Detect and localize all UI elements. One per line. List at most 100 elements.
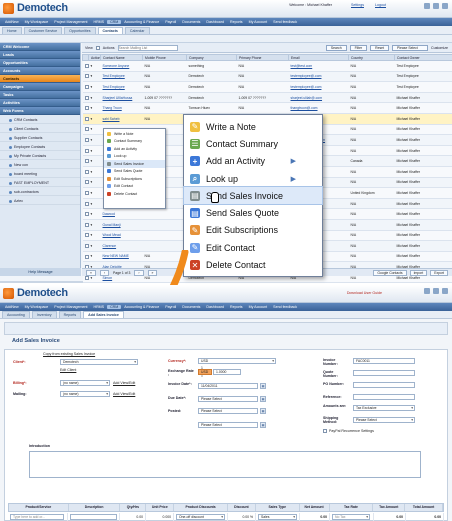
reset-button[interactable]: Reset (370, 44, 390, 51)
invoice-date-input[interactable]: 11/04/2011 (198, 383, 258, 389)
row-checkbox[interactable] (84, 116, 89, 121)
sidebar-item-board-meeting[interactable]: board meeting (0, 169, 80, 178)
cell-text[interactable]: Test Employee (103, 74, 125, 78)
settings-link[interactable]: Settings (351, 3, 364, 7)
menu-item-send-sales-quote[interactable]: Send Sales Quote (104, 168, 165, 176)
cell-text[interactable]: sahi Saheb (103, 117, 120, 121)
shipping-select[interactable]: Please Select (353, 417, 415, 423)
cell-action[interactable]: ▾ (88, 219, 101, 231)
menu-item-delete-contact[interactable]: Delete Contact (104, 190, 165, 198)
row-checkbox[interactable] (84, 180, 89, 185)
sidebar-item-sub-contractors[interactable]: sub-contractors (0, 187, 80, 196)
logout-link[interactable]: Logout (375, 3, 386, 7)
cell-action[interactable]: ▾ (88, 251, 101, 263)
cell-text[interactable]: Wood Mead (103, 233, 121, 237)
tab-inventory[interactable]: Inventory (31, 311, 57, 318)
nav-my-account[interactable]: My Account (246, 20, 271, 24)
calendar-icon[interactable]: ▦ (260, 408, 266, 414)
nav-dashboard[interactable]: Dashboard (203, 305, 227, 309)
sidebar-item-employee-contacts[interactable]: Employee Contacts (0, 142, 80, 151)
table-row[interactable]: ▾ Thang Truon N/A Tomson Hiuex N/A thangtruon… (82, 102, 452, 114)
cell-action[interactable]: ▾ (88, 134, 101, 146)
nav-dashboard[interactable]: Dashboard (203, 20, 227, 24)
edit-client-link[interactable]: Edit Client (60, 368, 76, 372)
billing-select[interactable]: (no name) (60, 380, 110, 386)
sidebar-item-aztec[interactable]: Aztec (0, 196, 80, 205)
discount-type-select[interactable]: One-off discount (176, 514, 225, 520)
cell-contact-name[interactable]: Test Employee (100, 81, 143, 93)
cell-action[interactable]: ▾ (88, 208, 101, 220)
export-button[interactable]: Export (430, 269, 448, 276)
row-action-icon[interactable]: ▾ (91, 127, 93, 131)
client-select[interactable]: Demotech (60, 359, 138, 365)
tab-contacts[interactable]: Contacts (97, 27, 123, 34)
mailing-list-search[interactable] (117, 44, 178, 51)
sidebar-section-leads[interactable]: Leads (0, 51, 80, 59)
invoice-number-input[interactable]: FAC0011 (353, 358, 415, 364)
first-page-button[interactable]: « (86, 269, 96, 276)
posted-input-2[interactable]: Please Select (198, 422, 258, 428)
cell-action[interactable]: ▾ (88, 145, 101, 157)
cell-action[interactable]: ▾ (88, 124, 101, 136)
nav-addnew[interactable]: AddNew (2, 305, 22, 309)
row-checkbox[interactable] (84, 169, 89, 174)
cell-action[interactable]: ▾ (88, 102, 101, 114)
nav-send-feedback[interactable]: Send feedback (270, 305, 300, 309)
cell-action[interactable]: ▾ (88, 113, 101, 125)
sidebar-item-new-con[interactable]: New con (0, 160, 80, 169)
menu-item-add-an-activity[interactable]: Add an Activity (104, 145, 165, 153)
help-icon[interactable] (424, 288, 430, 294)
billing-edit-link[interactable]: Add View/Edit (113, 381, 135, 385)
nav-crm[interactable]: CRM (107, 305, 122, 309)
row-action-icon[interactable]: ▾ (91, 106, 93, 110)
next-page-button[interactable]: › (134, 269, 144, 276)
row-action-icon[interactable]: ▾ (91, 96, 93, 100)
row-action-icon[interactable]: ▾ (91, 191, 93, 195)
sidebar-item-supplier-contacts[interactable]: Supplier Contacts (0, 133, 80, 142)
download-guide-link[interactable]: Download User Guide (347, 291, 382, 295)
customize-link[interactable]: Customize (431, 46, 448, 50)
menu-item-edit-contact[interactable]: ✎ Edit Contact (184, 239, 322, 256)
posted-input-1[interactable]: Please Select (198, 408, 258, 414)
unit-price-value[interactable]: 0.000 (146, 513, 174, 521)
cell-text[interactable]: Sharjeel UlIlaHussa (103, 96, 133, 100)
nav-hrms[interactable]: HRMS (90, 305, 107, 309)
row-checkbox[interactable] (84, 85, 89, 90)
row-action-icon[interactable]: ▾ (91, 212, 93, 216)
cell-email[interactable]: testemployee@.com (288, 71, 349, 83)
cell-action[interactable]: ▾ (88, 81, 101, 93)
tab-home[interactable]: Home (2, 27, 22, 34)
tab-opportunities[interactable]: Opportunities (64, 27, 96, 34)
sidebar-section-web-forms[interactable]: Web Forms (0, 107, 80, 115)
nav-accounting-finance[interactable]: Accounting & Finance (121, 20, 162, 24)
row-checkbox[interactable] (84, 95, 89, 100)
nav-documents[interactable]: Documents (179, 20, 203, 24)
row-action-icon[interactable]: ▾ (91, 74, 93, 78)
currency-select[interactable]: USD (198, 358, 276, 364)
actions-dropdown[interactable]: Actions (103, 46, 115, 50)
sales-type-select[interactable]: Sales (258, 514, 297, 520)
cell-text[interactable]: Gunal Manji (103, 223, 121, 227)
menu-item-contact-summary[interactable]: ☰ Contact Summary (184, 135, 322, 152)
menu-item-send-sales-invoice[interactable]: ▤ Send Sales Invoice (183, 186, 323, 206)
search-button[interactable]: Search (325, 44, 347, 51)
calendar-icon[interactable]: ▦ (260, 422, 266, 428)
quote-number-input[interactable] (353, 370, 415, 376)
nav-documents[interactable]: Documents (179, 305, 203, 309)
row-action-icon[interactable]: ▾ (91, 244, 93, 248)
cell-text[interactable]: Dawood (103, 212, 115, 216)
view-select[interactable]: Please Select (392, 44, 429, 51)
cell-email[interactable]: thangtruon@.com (288, 102, 349, 114)
help-icon[interactable] (424, 3, 430, 9)
row-checkbox[interactable] (84, 159, 89, 164)
nav-accounting-finance[interactable]: Accounting & Finance (121, 305, 162, 309)
filter-button[interactable]: Filter (349, 44, 368, 51)
cell-contact-name[interactable]: Dawood (100, 208, 143, 220)
nav-reports[interactable]: Reports (227, 20, 246, 24)
row-action-icon[interactable]: ▾ (91, 254, 93, 258)
row-action-icon[interactable]: ▾ (91, 276, 93, 280)
menu-item-send-sales-quote[interactable]: ▤ Send Sales Quote (184, 204, 322, 221)
paypal-recurrence[interactable]: PayPal Recurrence Settings (323, 429, 374, 433)
row-action-icon[interactable]: ▾ (91, 159, 93, 163)
sidebar-section-activities[interactable]: Activities (0, 99, 80, 107)
